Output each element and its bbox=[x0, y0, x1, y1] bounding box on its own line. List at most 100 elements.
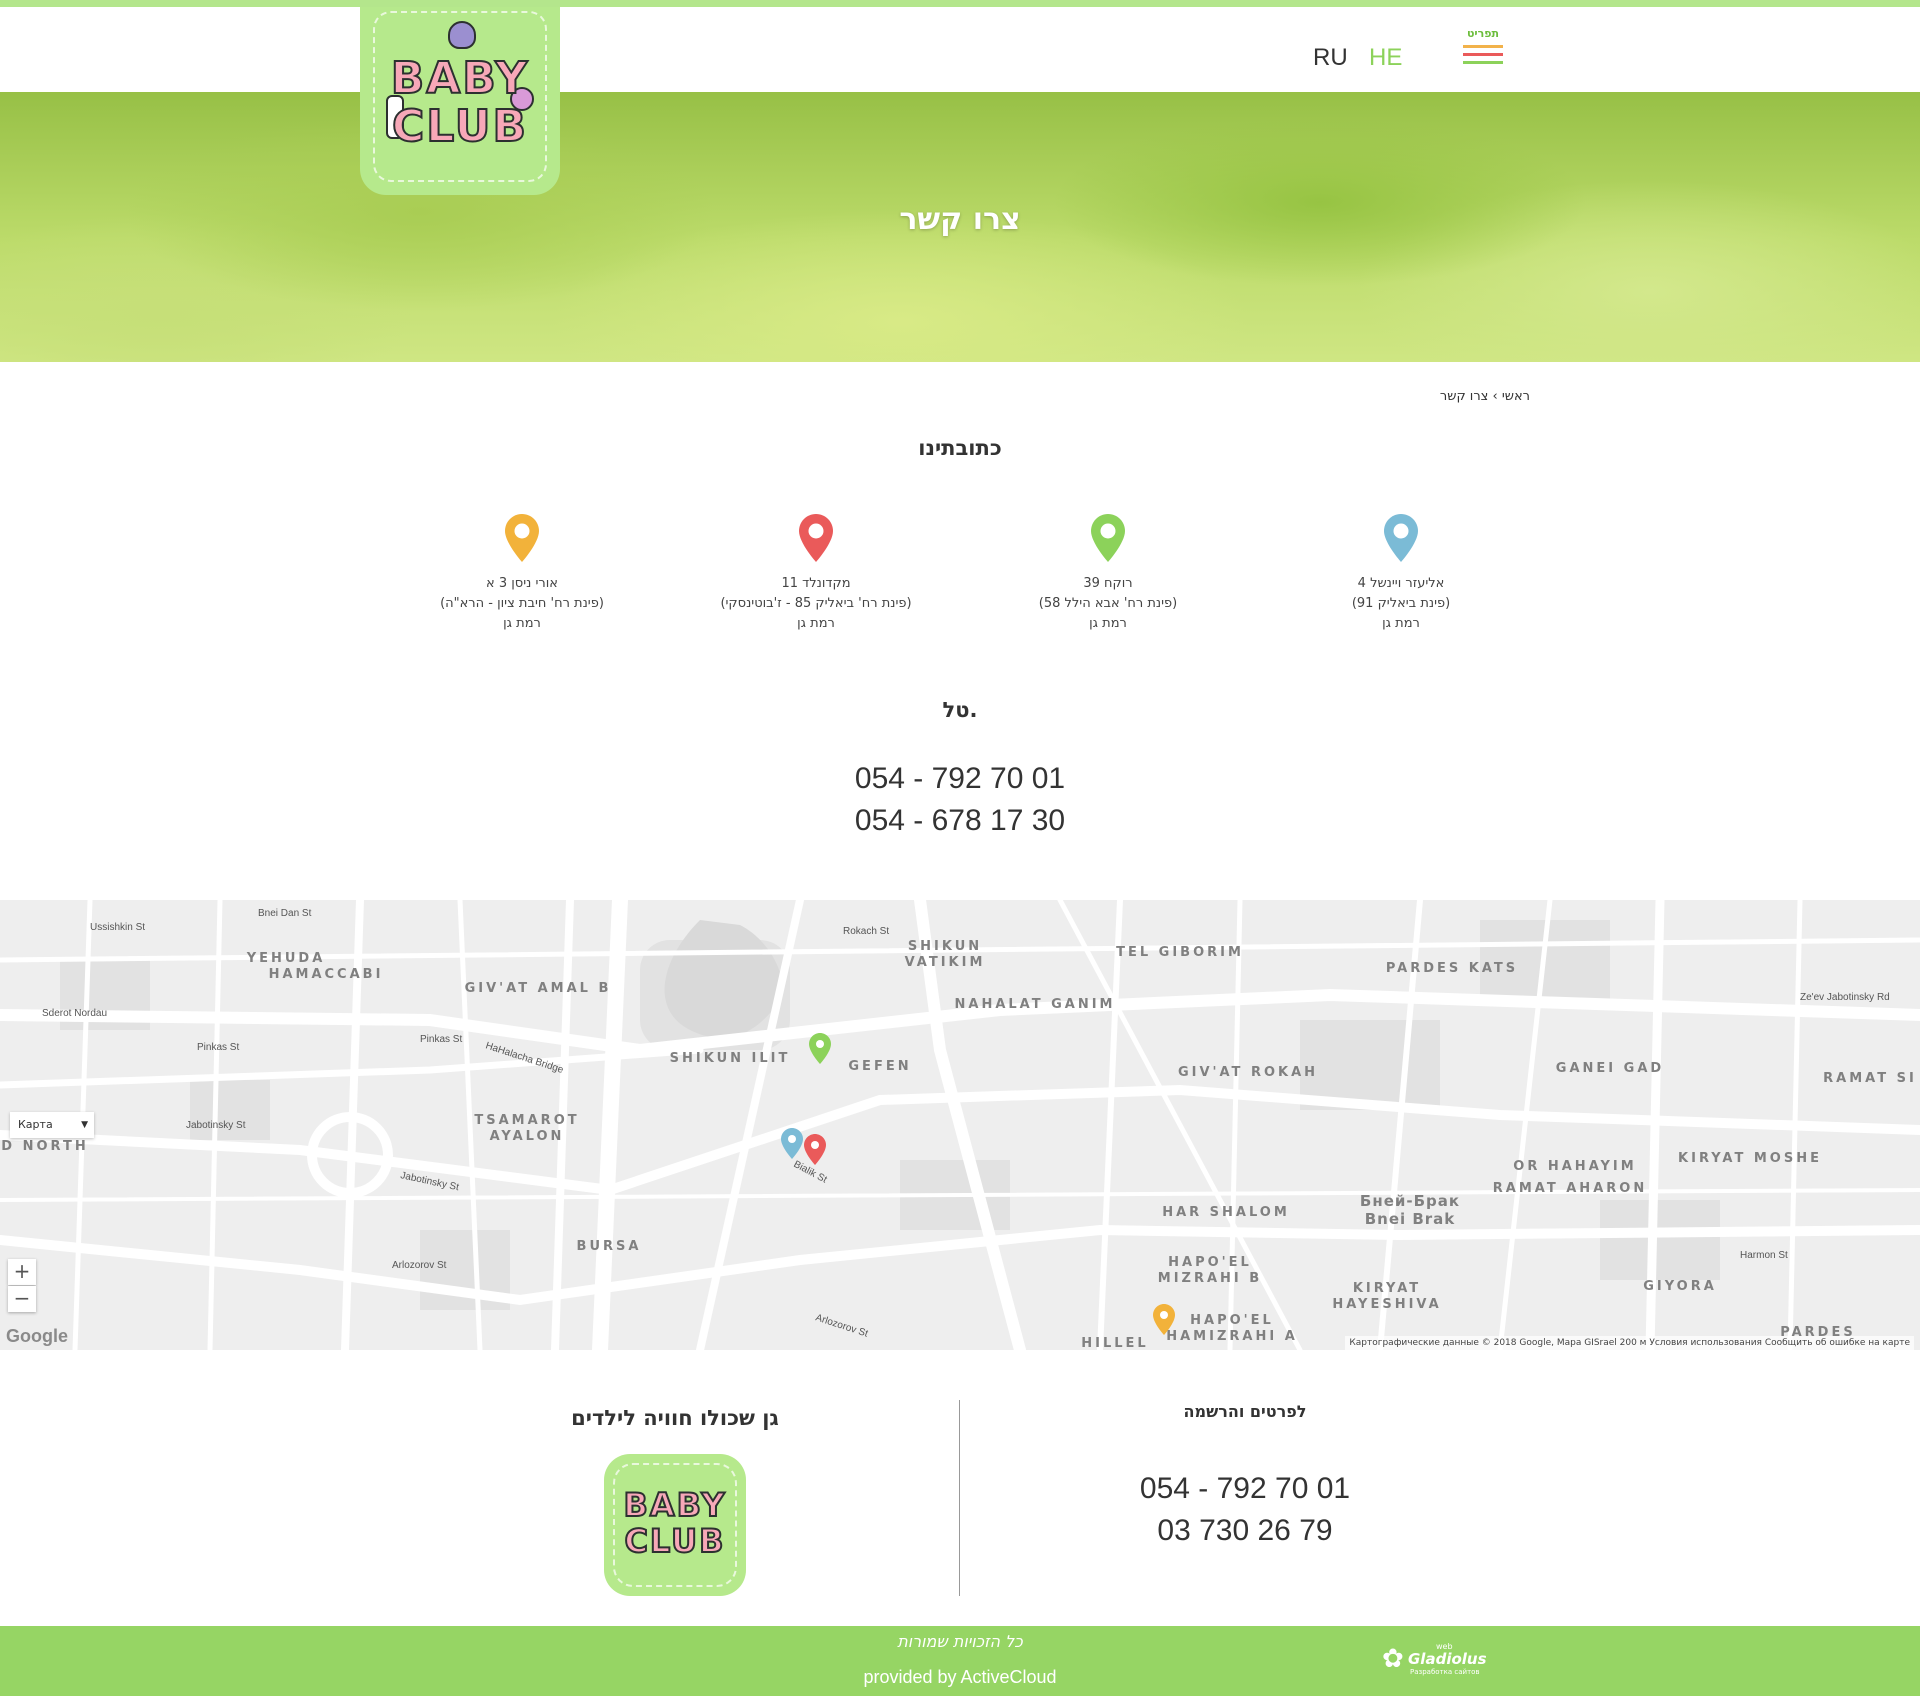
menu-button[interactable]: תפריט bbox=[1462, 27, 1504, 64]
footer-divider bbox=[959, 1400, 960, 1596]
map-area-label: HAPO'EL bbox=[1168, 1255, 1252, 1270]
map-area-label: GANEI GAD bbox=[1556, 1061, 1664, 1076]
map-type-select[interactable]: Карта ▼ bbox=[10, 1112, 94, 1138]
map-area-label: D NORTH bbox=[1, 1139, 88, 1154]
address-note: (פינת רח' אבא הילל 58) bbox=[1038, 596, 1178, 611]
map-area-label: SHIKUN ILIT bbox=[670, 1051, 791, 1066]
map-area-label: BURSA bbox=[577, 1239, 642, 1254]
map-pin-icon bbox=[505, 514, 539, 562]
map-area-label: HAPO'EL bbox=[1190, 1313, 1274, 1328]
map-street-label: Sderot Nordau bbox=[42, 1008, 107, 1019]
registration-heading: לפרטים והרשמה bbox=[1183, 1402, 1307, 1421]
map-area-label: GEFEN bbox=[848, 1059, 911, 1074]
map-street-label: Rokach St bbox=[843, 926, 889, 937]
site-logo[interactable]: BABY CLUB bbox=[360, 7, 560, 195]
lang-he-link[interactable]: HE bbox=[1369, 44, 1402, 72]
site-header: RU HE תפריט bbox=[0, 7, 1920, 92]
map-area-label: PARDES KATS bbox=[1386, 961, 1518, 976]
footer-phone-number[interactable]: 03 730 26 79 bbox=[1060, 1514, 1430, 1548]
map-area-label: SHIKUN bbox=[908, 939, 982, 954]
map-area-label: TEL GIBORIM bbox=[1116, 945, 1244, 960]
developer-subtitle: Разработка сайтов bbox=[1410, 1668, 1480, 1676]
phone-heading: טל. bbox=[942, 698, 978, 722]
google-map[interactable]: YEHUDA HAMACCABI GIV'AT AMAL B SHIKUN VA… bbox=[0, 900, 1920, 1350]
phone-number[interactable]: 054 - 792 70 01 bbox=[0, 762, 1920, 796]
owl-icon bbox=[448, 21, 476, 49]
footer-logo[interactable]: BABY CLUB bbox=[604, 1454, 746, 1596]
map-street-label: Arlozorov St bbox=[392, 1260, 447, 1271]
map-area-label: KIRYAT MOSHE bbox=[1678, 1151, 1822, 1166]
zoom-in-button[interactable]: + bbox=[8, 1259, 36, 1285]
map-street-label: Harmon St bbox=[1740, 1250, 1788, 1261]
map-area-label: AYALON bbox=[490, 1129, 565, 1144]
logo-text-line1: BABY bbox=[390, 52, 530, 105]
map-area-label: HILLEL bbox=[1081, 1336, 1148, 1350]
address-note: (פינת רח' ביאליק 85 - ז'בוטינסקי) bbox=[720, 596, 912, 611]
developer-logo[interactable]: ✿ web Gladiolus Разработка сайтов bbox=[1380, 1640, 1510, 1682]
zoom-out-button[interactable]: − bbox=[8, 1286, 36, 1312]
menu-label: תפריט bbox=[1466, 27, 1500, 40]
map-area-label: MIZRAHI B bbox=[1158, 1271, 1262, 1286]
map-pin-icon bbox=[799, 514, 833, 562]
address-note: (פינת ביאליק 91) bbox=[1351, 596, 1451, 611]
rights-text: כל הזכויות שמורות bbox=[897, 1632, 1023, 1651]
menu-bar-icon bbox=[1463, 61, 1503, 64]
provided-by-link[interactable]: provided by ActiveCloud bbox=[700, 1667, 1220, 1688]
address-card: אורי ניסן 3 א (פינת רח' חיבת ציון - הרא"… bbox=[402, 512, 642, 634]
map-pin-icon bbox=[1091, 514, 1125, 562]
map-area-label: KIRYAT bbox=[1353, 1281, 1421, 1296]
map-area-label: HAMACCABI bbox=[269, 967, 384, 982]
address-card: מקדונלד 11 (פינת רח' ביאליק 85 - ז'בוטינ… bbox=[696, 512, 936, 634]
map-street-label: Bnei Dan St bbox=[258, 908, 312, 919]
map-street-label: Ussishkin St bbox=[90, 922, 145, 933]
flower-icon: ✿ bbox=[1382, 1644, 1404, 1674]
map-pin-icon[interactable] bbox=[804, 1134, 826, 1165]
addresses-heading: כתובתינו bbox=[918, 436, 1002, 460]
map-pin-icon bbox=[1384, 514, 1418, 562]
breadcrumb[interactable]: ראשי › צרו קשר bbox=[1300, 389, 1530, 404]
map-street-label: Pinkas St bbox=[197, 1042, 239, 1053]
address-card: אליעזר ויינשל 4 (פינת ביאליק 91) רמת גן bbox=[1281, 512, 1521, 634]
map-area-label: Bnei Brak bbox=[1365, 1210, 1456, 1228]
phone-number[interactable]: 054 - 678 17 30 bbox=[0, 804, 1920, 838]
map-area-label: GIV'AT AMAL B bbox=[465, 981, 612, 996]
chevron-down-icon: ▼ bbox=[81, 1120, 88, 1130]
map-area-label: TSAMAROT bbox=[474, 1113, 579, 1128]
map-area-label: HAMIZRAHI A bbox=[1166, 1329, 1298, 1344]
footer-phone-number[interactable]: 054 - 792 70 01 bbox=[1060, 1472, 1430, 1506]
map-area-label: VATIKIM bbox=[905, 955, 986, 970]
map-street-label: Pinkas St bbox=[420, 1034, 462, 1045]
map-area-label: Бней-Брак bbox=[1360, 1192, 1460, 1210]
address-city: רמת גן bbox=[1382, 616, 1420, 631]
map-type-label: Карта bbox=[18, 1118, 53, 1131]
address-street: מקדונלד 11 bbox=[781, 576, 851, 591]
map-area-label: RAMAT SI bbox=[1823, 1071, 1917, 1086]
map-area-label: GIV'AT ROKAH bbox=[1178, 1065, 1318, 1080]
map-attribution[interactable]: Картографические данные © 2018 Google, M… bbox=[1345, 1336, 1914, 1350]
hero-banner: צרו קשר bbox=[0, 92, 1920, 362]
map-area-label: HAYESHIVA bbox=[1332, 1297, 1441, 1312]
address-note: (פינת רח' חיבת ציון - הרא"ה) bbox=[440, 596, 604, 611]
lang-ru-link[interactable]: RU bbox=[1313, 44, 1348, 72]
google-logo[interactable]: Google bbox=[6, 1326, 68, 1347]
footer-tagline: גן שכולו חוויה לילדים bbox=[571, 1406, 779, 1430]
map-area-label: YEHUDA bbox=[246, 951, 326, 966]
map-area-label: GIYORA bbox=[1643, 1279, 1717, 1294]
menu-bar-icon bbox=[1463, 53, 1503, 56]
map-canvas: YEHUDA HAMACCABI GIV'AT AMAL B SHIKUN VA… bbox=[0, 900, 1920, 1350]
map-street-label: Ze'ev Jabotinsky Rd bbox=[1800, 992, 1890, 1003]
address-street: רוקח 39 bbox=[1083, 576, 1133, 591]
top-accent-stripe bbox=[0, 0, 1920, 7]
logo-text-line2: CLUB bbox=[391, 100, 529, 153]
map-area-label: HAR SHALOM bbox=[1162, 1205, 1290, 1220]
map-area-label: OR HAHAYIM bbox=[1513, 1159, 1636, 1174]
address-street: אורי ניסן 3 א bbox=[486, 576, 558, 591]
address-city: רמת גן bbox=[1089, 616, 1127, 631]
page-title: צרו קשר bbox=[899, 202, 1021, 237]
map-pin-icon[interactable] bbox=[781, 1128, 803, 1159]
map-pin-icon[interactable] bbox=[809, 1033, 831, 1064]
developer-name: Gladiolus bbox=[1408, 1650, 1487, 1668]
address-street: אליעזר ויינשל 4 bbox=[1357, 576, 1445, 591]
logo-text-line2: CLUB bbox=[623, 1521, 726, 1561]
map-area-label: RAMAT AHARON bbox=[1493, 1181, 1647, 1196]
